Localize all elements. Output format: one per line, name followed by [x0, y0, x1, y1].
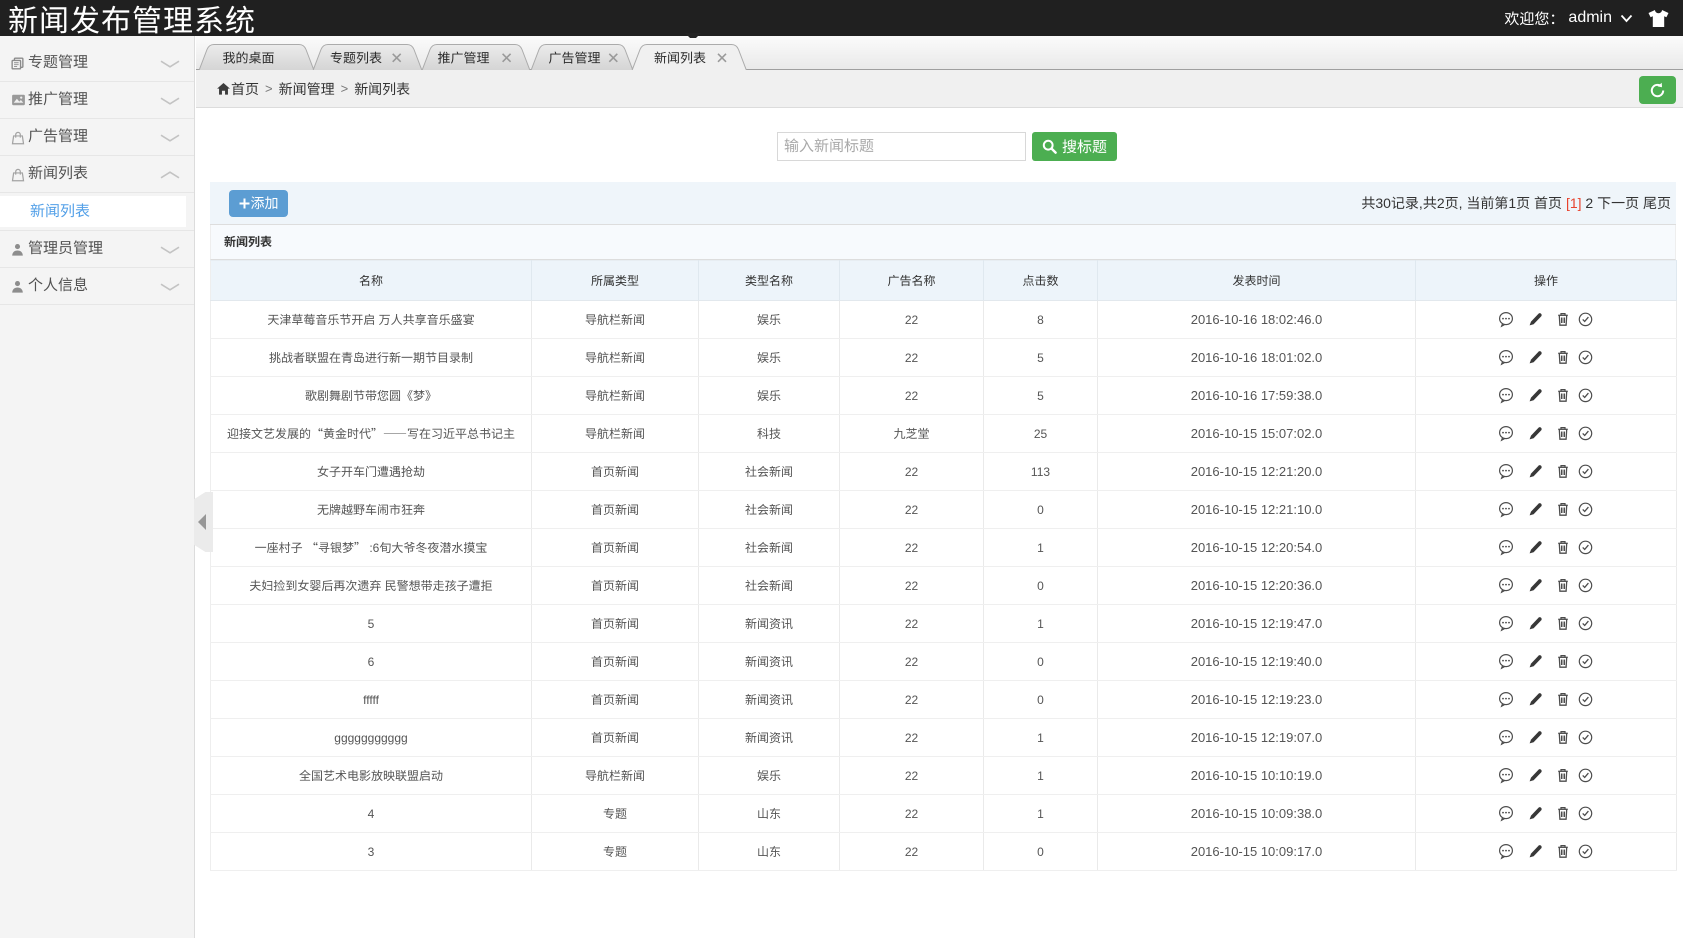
svg-text:专题列表: 专题列表 — [330, 48, 382, 67]
svg-text:新闻列表: 新闻列表 — [654, 48, 706, 67]
svg-text:广告管理: 广告管理 — [548, 48, 600, 67]
svg-text:推广管理: 推广管理 — [437, 48, 489, 67]
svg-text:我的桌面: 我的桌面 — [222, 48, 274, 67]
